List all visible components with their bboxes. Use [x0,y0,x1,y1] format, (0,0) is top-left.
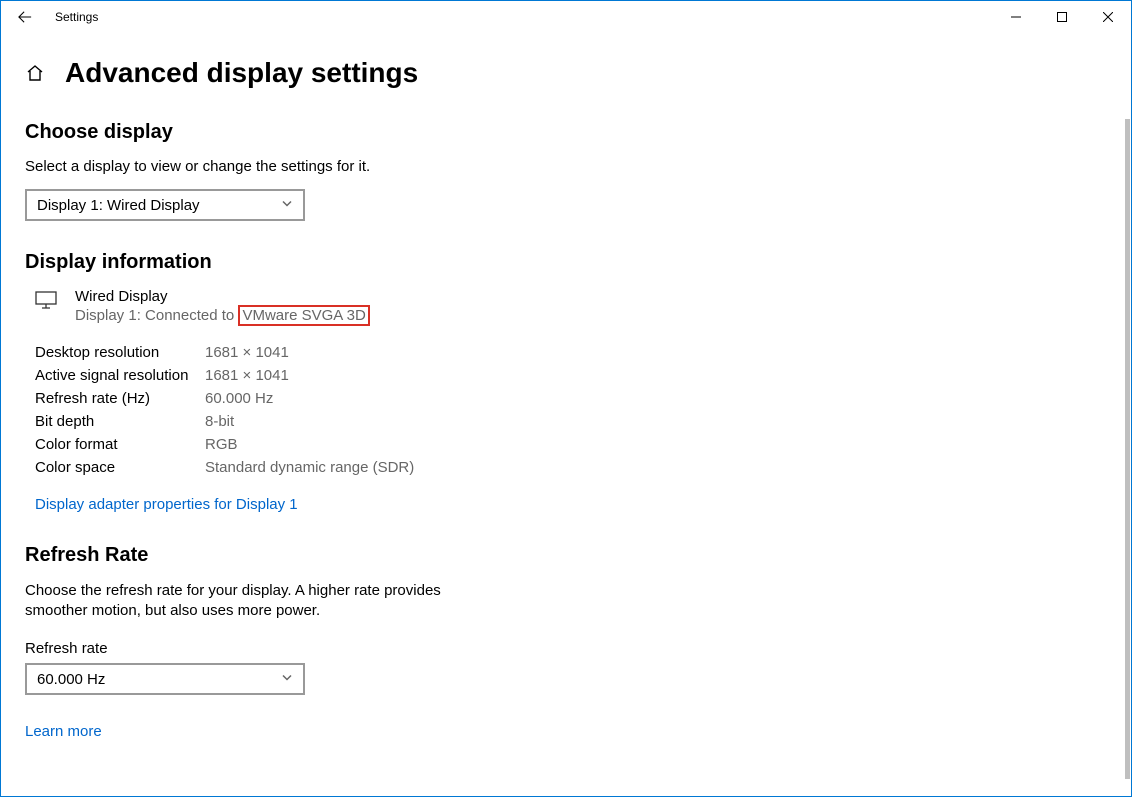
maximize-icon [1057,12,1067,22]
adapter-name-highlight: VMware SVGA 3D [238,305,369,326]
info-row: Desktop resolution1681 × 1041 [35,344,1107,361]
minimize-icon [1011,12,1021,22]
back-button[interactable] [1,1,49,33]
back-arrow-icon [18,10,32,24]
display-info-heading: Display information [25,251,1107,274]
refresh-rate-field-label: Refresh rate [25,640,1107,657]
info-row: Color spaceStandard dynamic range (SDR) [35,459,1107,476]
info-row: Active signal resolution1681 × 1041 [35,367,1107,384]
refresh-rate-value: 60.000 Hz [37,671,105,688]
info-row: Color formatRGB [35,436,1107,453]
refresh-rate-desc: Choose the refresh rate for your display… [25,581,445,620]
choose-display-heading: Choose display [25,121,1107,144]
info-row: Bit depth8-bit [35,413,1107,430]
connected-prefix: Display 1: Connected to [75,307,238,324]
info-row: Refresh rate (Hz)60.000 Hz [35,390,1107,407]
refresh-rate-select[interactable]: 60.000 Hz [25,663,305,695]
titlebar: Settings [1,1,1131,33]
vertical-scrollbar[interactable] [1125,119,1130,779]
close-button[interactable] [1085,1,1131,33]
window-title: Settings [49,10,98,24]
chevron-down-icon [281,671,293,688]
minimize-button[interactable] [993,1,1039,33]
chevron-down-icon [281,197,293,214]
display-info-grid: Desktop resolution1681 × 1041 Active sig… [35,344,1107,476]
adapter-properties-link[interactable]: Display adapter properties for Display 1 [35,496,298,513]
learn-more-link[interactable]: Learn more [25,723,102,740]
display-select[interactable]: Display 1: Wired Display [25,189,305,221]
display-connection-line: Display 1: Connected to VMware SVGA 3D [75,305,370,326]
home-icon [25,63,45,83]
choose-display-sub: Select a display to view or change the s… [25,158,1107,175]
display-name: Wired Display [75,288,370,305]
page-title: Advanced display settings [65,57,418,89]
maximize-button[interactable] [1039,1,1085,33]
refresh-rate-heading: Refresh Rate [25,544,1107,567]
monitor-icon [35,291,57,314]
display-select-value: Display 1: Wired Display [37,197,200,214]
home-button[interactable] [25,63,45,83]
close-icon [1103,12,1113,22]
